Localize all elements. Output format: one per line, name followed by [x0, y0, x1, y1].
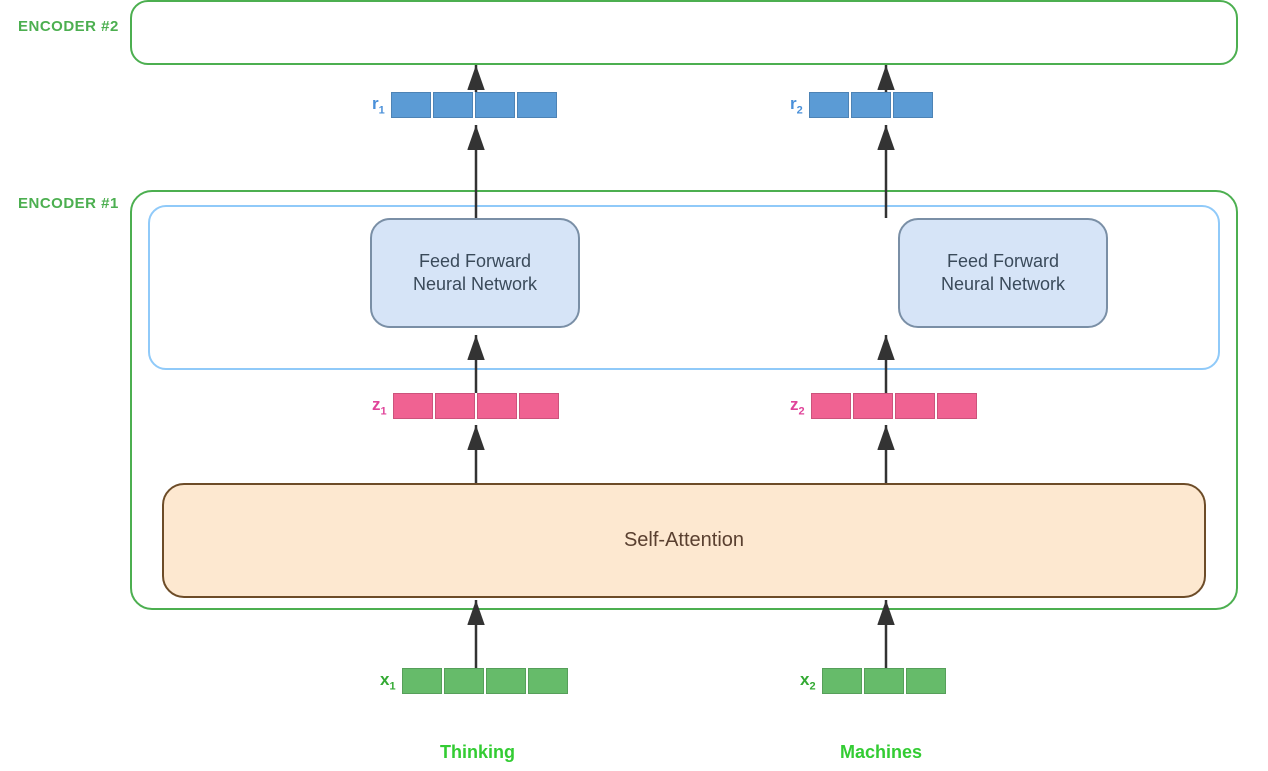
x2-block1 — [822, 668, 862, 694]
r1-block1 — [391, 92, 431, 118]
r1-block4 — [517, 92, 557, 118]
z1-block4 — [519, 393, 559, 419]
self-attention-box: Self-Attention — [162, 483, 1206, 598]
x1-block2 — [444, 668, 484, 694]
x2-label: x2 — [800, 670, 816, 692]
thinking-word-label: Thinking — [440, 742, 515, 763]
r2-label: r2 — [790, 94, 803, 116]
ffnn-box-left: Feed ForwardNeural Network — [370, 218, 580, 328]
z2-label: z2 — [790, 395, 805, 417]
z1-vector-row: z1 — [372, 393, 561, 419]
x1-block4 — [528, 668, 568, 694]
z1-label: z1 — [372, 395, 387, 417]
z2-block4 — [937, 393, 977, 419]
z1-block1 — [393, 393, 433, 419]
r2-block2 — [851, 92, 891, 118]
x1-block1 — [402, 668, 442, 694]
x1-block3 — [486, 668, 526, 694]
encoder2-box — [130, 0, 1238, 65]
r1-label: r1 — [372, 94, 385, 116]
z2-block2 — [853, 393, 893, 419]
machines-word-label: Machines — [840, 742, 922, 763]
x2-block2 — [864, 668, 904, 694]
main-container: ENCODER #2 ENCODER #1 Feed ForwardNeural… — [0, 0, 1268, 771]
ffnn-box-right: Feed ForwardNeural Network — [898, 218, 1108, 328]
self-attention-label: Self-Attention — [624, 529, 744, 552]
encoder1-label: ENCODER #1 — [18, 195, 119, 212]
x1-label: x1 — [380, 670, 396, 692]
x1-vector-row: x1 — [380, 668, 570, 694]
z1-block3 — [477, 393, 517, 419]
z1-block2 — [435, 393, 475, 419]
z2-vector-row: z2 — [790, 393, 979, 419]
r2-vector-row: r2 — [790, 92, 935, 118]
r2-block3 — [893, 92, 933, 118]
r1-vector-row: r1 — [372, 92, 559, 118]
r1-block3 — [475, 92, 515, 118]
x2-block3 — [906, 668, 946, 694]
z2-block3 — [895, 393, 935, 419]
encoder2-label: ENCODER #2 — [18, 18, 119, 35]
z2-block1 — [811, 393, 851, 419]
r2-block1 — [809, 92, 849, 118]
r1-block2 — [433, 92, 473, 118]
x2-vector-row: x2 — [800, 668, 948, 694]
